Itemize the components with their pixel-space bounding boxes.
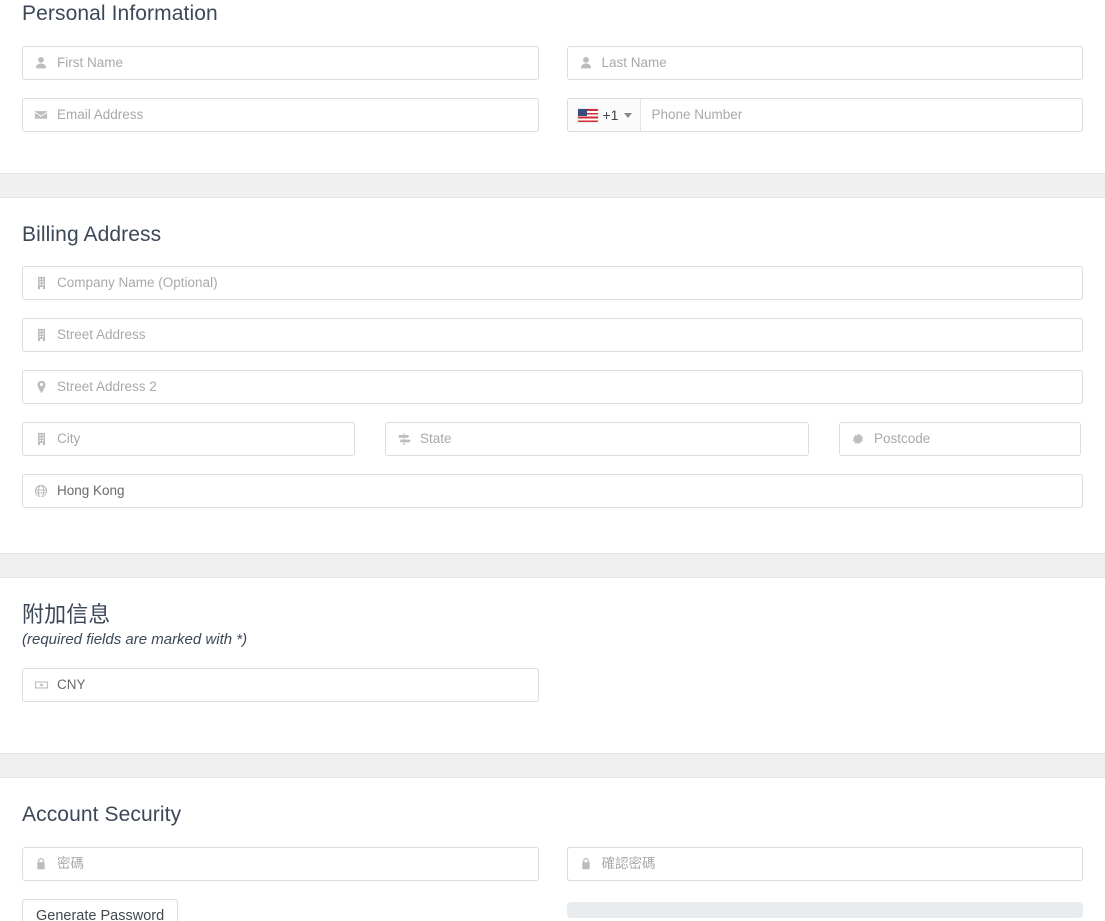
company-name-placeholder: Company Name (Optional): [57, 275, 218, 291]
country-row: Hong Kong: [22, 474, 1083, 508]
street-address-placeholder: Street Address: [57, 327, 146, 343]
state-field[interactable]: State: [385, 422, 809, 456]
last-name-placeholder: Last Name: [602, 55, 667, 71]
street-address-field[interactable]: Street Address: [22, 318, 1083, 352]
state-placeholder: State: [420, 431, 452, 447]
personal-information-section: Personal Information First Name Last Nam…: [0, 0, 1105, 132]
billing-address-heading: Billing Address: [22, 222, 1083, 248]
email-placeholder: Email Address: [57, 107, 143, 123]
building-icon: [33, 275, 49, 291]
phone-number-input[interactable]: Phone Number: [641, 106, 1082, 124]
user-icon: [578, 55, 594, 71]
contact-row: Email Address +1 Phone Number: [22, 98, 1083, 132]
confirm-password-field[interactable]: 確認密碼: [567, 847, 1084, 881]
lock-icon: [578, 856, 594, 872]
required-fields-note: (required fields are marked with *): [22, 630, 1083, 650]
street-address-2-row: Street Address 2: [22, 370, 1083, 404]
postcode-field[interactable]: Postcode: [839, 422, 1081, 456]
last-name-field[interactable]: Last Name: [567, 46, 1084, 80]
user-icon: [33, 55, 49, 71]
lock-icon: [33, 856, 49, 872]
money-bill-icon: [33, 677, 49, 693]
section-divider-band: [0, 753, 1105, 778]
personal-information-heading: Personal Information: [22, 0, 1083, 27]
globe-icon: [33, 483, 49, 499]
email-field[interactable]: Email Address: [22, 98, 539, 132]
map-marker-icon: [33, 379, 49, 395]
password-placeholder: 密碼: [57, 856, 84, 872]
asterisk-icon: [850, 431, 866, 447]
name-row: First Name Last Name: [22, 46, 1083, 80]
confirm-password-placeholder: 確認密碼: [602, 856, 656, 872]
map-signs-icon: [396, 431, 412, 447]
generate-password-button[interactable]: Generate Password: [22, 899, 178, 921]
billing-address-section: Billing Address Company Name (Optional) …: [0, 222, 1105, 508]
city-field[interactable]: City: [22, 422, 355, 456]
first-name-placeholder: First Name: [57, 55, 123, 71]
currency-row: CNY: [22, 668, 1083, 702]
password-field[interactable]: 密碼: [22, 847, 539, 881]
building-icon: [33, 327, 49, 343]
registration-form-page: Personal Information First Name Last Nam…: [0, 0, 1105, 921]
phone-field[interactable]: +1 Phone Number: [567, 98, 1084, 132]
account-security-section: Account Security 密碼 Generate Password: [0, 802, 1105, 921]
country-field[interactable]: Hong Kong: [22, 474, 1083, 508]
country-value: Hong Kong: [57, 483, 125, 499]
country-code-selector[interactable]: +1: [568, 99, 642, 131]
additional-information-heading: 附加信息: [22, 602, 1083, 628]
company-row: Company Name (Optional): [22, 266, 1083, 300]
currency-field[interactable]: CNY: [22, 668, 539, 702]
section-divider-band: [0, 173, 1105, 198]
company-name-field[interactable]: Company Name (Optional): [22, 266, 1083, 300]
first-name-field[interactable]: First Name: [22, 46, 539, 80]
envelope-icon: [33, 107, 49, 123]
postcode-placeholder: Postcode: [874, 431, 930, 447]
street-address-2-placeholder: Street Address 2: [57, 379, 157, 395]
city-placeholder: City: [57, 431, 80, 447]
chevron-down-icon: [624, 113, 632, 118]
phone-placeholder: Phone Number: [651, 107, 742, 122]
currency-value: CNY: [57, 677, 86, 693]
password-strength-meter: [567, 902, 1084, 918]
building-icon: [33, 431, 49, 447]
us-flag-icon: [578, 109, 598, 122]
street-address-row: Street Address: [22, 318, 1083, 352]
dial-code-label: +1: [603, 107, 619, 123]
section-divider-band: [0, 553, 1105, 578]
street-address-2-field[interactable]: Street Address 2: [22, 370, 1083, 404]
account-security-heading: Account Security: [22, 802, 1083, 828]
city-state-postcode-row: City State Postcode: [22, 422, 1083, 456]
password-row: 密碼 Generate Password 確認密碼: [22, 847, 1083, 921]
additional-information-section: 附加信息 (required fields are marked with *)…: [0, 602, 1105, 702]
